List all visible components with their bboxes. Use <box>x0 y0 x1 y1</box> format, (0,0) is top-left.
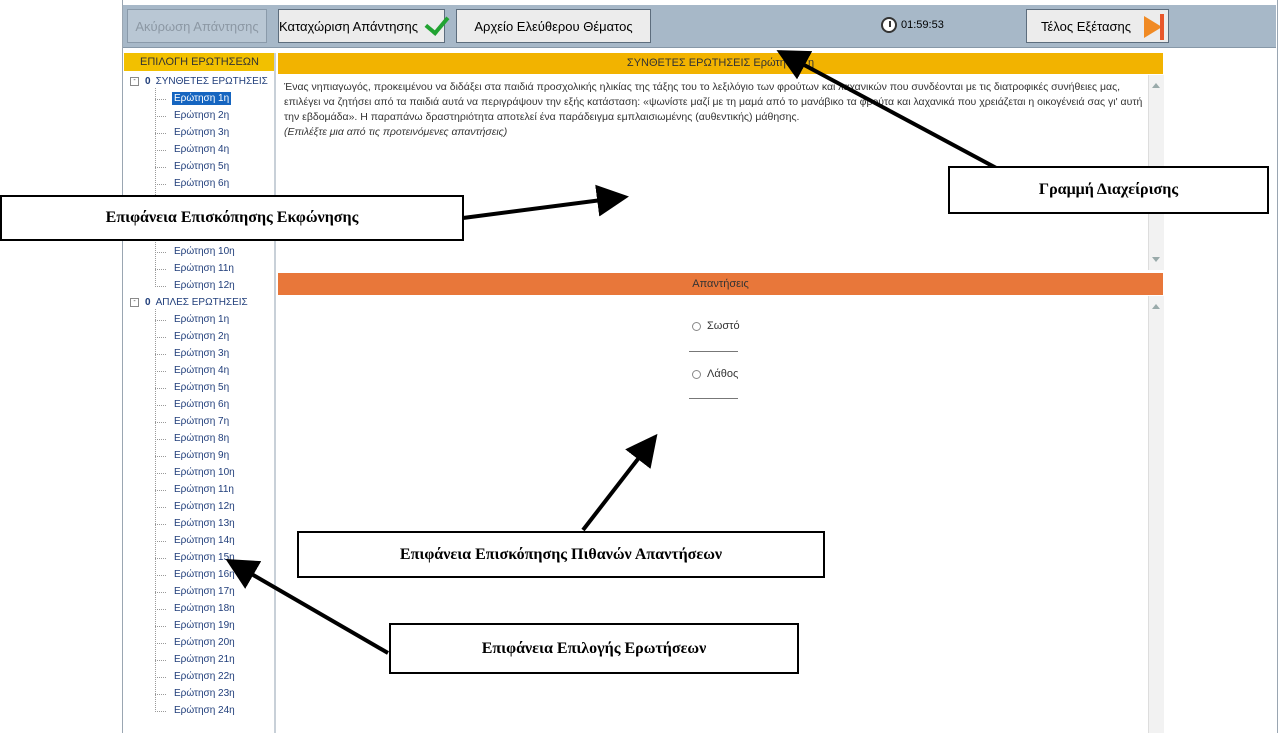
sidebar-callout: Επιφάνεια Επιλογής Ερωτήσεων <box>389 623 799 674</box>
arrow-to-toolbar <box>776 50 1001 172</box>
toolbar-callout: Γραμμή Διαχείρισης <box>948 166 1269 214</box>
answers-callout: Επιφάνεια Επισκόπησης Πιθανών Απαντήσεων <box>297 531 825 578</box>
arrow-to-answers <box>581 433 658 532</box>
sidebar-callout-text: Επιφάνεια Επιλογής Ερωτήσεων <box>481 639 707 657</box>
answers-callout-text: Επιφάνεια Επισκόπησης Πιθανών Απαντήσεων <box>399 545 723 563</box>
toolbar-callout-text: Γραμμή Διαχείρισης <box>1038 181 1179 198</box>
question-callout: Επιφάνεια Επισκόπησης Εκφώνησης <box>0 195 464 241</box>
question-callout-text: Επιφάνεια Επισκόπησης Εκφώνησης <box>105 209 359 226</box>
arrow-to-question <box>462 184 629 220</box>
